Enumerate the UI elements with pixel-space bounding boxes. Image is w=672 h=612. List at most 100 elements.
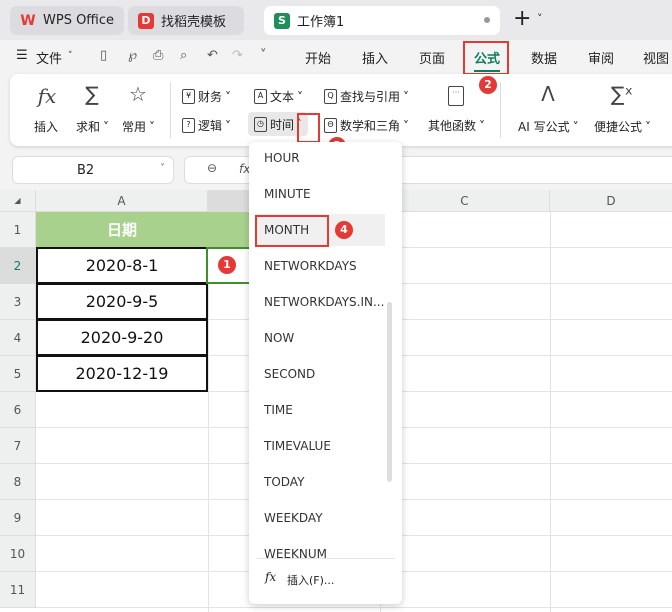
sum-label: 求和 <box>76 120 101 134</box>
quick-formula-button[interactable]: 便捷公式 ˅ <box>594 118 651 135</box>
tab-templates[interactable]: D 找稻壳模板 <box>128 6 244 35</box>
insert-function-button[interactable]: 插入 <box>34 118 58 135</box>
ai-label: AI 写公式 <box>518 120 570 134</box>
row-header[interactable]: 10 <box>0 536 36 572</box>
time-functions-dropdown: HOUR MINUTE MONTH NETWORKDAYS NETWORKDAYS.IN… <box>249 142 402 604</box>
sum-button[interactable]: 求和 ˅ <box>76 118 109 135</box>
row-header[interactable]: 11 <box>0 572 36 608</box>
cell-a1[interactable]: 日期 <box>36 212 208 248</box>
tab-wps-office[interactable]: W WPS Office <box>10 6 124 35</box>
text-button[interactable]: A 文本 ˅ <box>254 88 303 105</box>
quick-label: 便捷公式 <box>594 120 643 134</box>
function-item[interactable]: MINUTE <box>255 178 385 210</box>
print-preview-icon[interactable]: ⌕ <box>180 48 187 63</box>
function-item[interactable]: TIMEVALUE <box>255 430 385 462</box>
function-item[interactable]: SECOND <box>255 358 385 390</box>
more-chevron-icon[interactable]: ˅ <box>260 48 267 63</box>
select-all-corner[interactable]: ◢ <box>0 190 36 212</box>
menu-review[interactable]: 审阅 <box>588 48 614 67</box>
step-badge-1: 1 <box>218 256 236 274</box>
print-icon[interactable]: ⎙ <box>153 48 163 63</box>
time-label: 时间 <box>270 117 295 132</box>
logic-label: 逻辑 <box>198 119 223 133</box>
row-header[interactable]: 6 <box>0 392 36 428</box>
name-box[interactable]: B2 ˅ <box>12 156 174 184</box>
tab-workbook[interactable]: S 工作簿1 <box>264 6 500 35</box>
dropdown-scrollbar[interactable] <box>387 302 392 482</box>
lookup-icon: Q <box>324 89 337 104</box>
ai-icon: Λ <box>541 82 555 106</box>
name-box-value: B2 <box>77 163 95 178</box>
sheet-logo-icon: S <box>274 12 290 29</box>
function-item[interactable]: WEEKNUM <box>255 538 385 570</box>
row-header[interactable]: 9 <box>0 500 36 536</box>
column-header-c[interactable]: C <box>380 190 550 212</box>
function-item[interactable]: NETWORKDAYS <box>255 250 385 282</box>
grid-line <box>36 607 672 608</box>
function-item[interactable]: WEEKDAY <box>255 502 385 534</box>
docer-logo-icon: D <box>138 12 154 29</box>
cell-b1[interactable] <box>208 212 250 248</box>
menu-data[interactable]: 数据 <box>531 48 557 67</box>
zoom-icon[interactable]: ⊖ <box>207 161 217 175</box>
cell-a4[interactable]: 2020-9-20 <box>36 319 208 356</box>
undo-icon[interactable]: ↶ <box>207 48 218 63</box>
column-header-d[interactable]: D <box>550 190 672 212</box>
other-functions-icon: ··· <box>448 86 464 106</box>
hamburger-icon[interactable]: ☰ <box>16 48 28 63</box>
chevron-down-icon[interactable]: ˅ <box>68 51 73 61</box>
tab-label: 找稻壳模板 <box>161 15 227 30</box>
insert-function-item[interactable]: 插入(F)... <box>287 572 334 588</box>
column-header-a[interactable]: A <box>36 190 208 212</box>
function-item[interactable]: TODAY <box>255 466 385 498</box>
row-header[interactable]: 5 <box>0 356 36 392</box>
logic-button[interactable]: ? 逻辑 ˅ <box>182 117 231 134</box>
row-header[interactable]: 4 <box>0 320 36 356</box>
star-icon: ☆ <box>129 82 147 106</box>
step-badge-2: 2 <box>479 76 497 94</box>
function-item[interactable]: NOW <box>255 322 385 354</box>
quick-formula-icon: ∑ˣ <box>610 82 634 106</box>
redo-icon[interactable]: ↷ <box>232 48 243 63</box>
lookup-button[interactable]: Q 查找与引用 ˅ <box>324 88 409 105</box>
grid-line <box>550 212 551 612</box>
menu-insert[interactable]: 插入 <box>362 48 388 67</box>
function-item[interactable]: NETWORKDAYS.IN... <box>255 286 385 318</box>
row-header[interactable]: 3 <box>0 284 36 320</box>
fx-icon: fx <box>37 84 57 108</box>
highlight-box <box>255 215 329 247</box>
function-item[interactable]: TIME <box>255 394 385 426</box>
row-header[interactable]: 8 <box>0 464 36 500</box>
row-header[interactable]: 2 <box>0 248 36 284</box>
ai-formula-button[interactable]: AI 写公式 ˅ <box>518 118 579 135</box>
row-header[interactable]: 1 <box>0 212 36 248</box>
new-tab-button[interactable]: + <box>513 6 531 31</box>
text-icon: A <box>254 89 267 104</box>
tab-label: WPS Office <box>43 13 115 28</box>
row-header[interactable]: 7 <box>0 428 36 464</box>
common-button[interactable]: 常用 ˅ <box>122 118 155 135</box>
clock-icon: ◷ <box>254 116 267 132</box>
other-functions-button[interactable]: 其他函数 ˅ <box>428 117 485 134</box>
function-item[interactable]: HOUR <box>255 142 385 174</box>
menu-view[interactable]: 视图 <box>643 48 669 67</box>
divider <box>170 82 171 138</box>
lookup-label: 查找与引用 <box>340 90 401 104</box>
cell-a2[interactable]: 2020-8-1 <box>36 247 208 284</box>
tab-list-chevron-icon[interactable]: ˅ <box>537 12 543 25</box>
fx-icon: fx <box>265 570 277 584</box>
math-button[interactable]: Θ 数学和三角 ˅ <box>324 117 409 134</box>
highlight-box <box>463 41 509 75</box>
ribbon: fx 插入 ∑ 求和 ˅ ☆ 常用 ˅ ¥ 财务 ˅ A 文本 ˅ Q 查找与引用 ˅ ? 逻辑 ˅… <box>10 74 672 146</box>
menu-home[interactable]: 开始 <box>305 48 331 67</box>
cell-a5[interactable]: 2020-12-19 <box>36 355 208 392</box>
save-icon[interactable]: ▯ <box>100 48 107 63</box>
cell-a3[interactable]: 2020-9-5 <box>36 283 208 320</box>
common-label: 常用 <box>122 120 147 134</box>
link-icon[interactable]: ℘ <box>128 48 137 63</box>
text-label: 文本 <box>270 90 295 104</box>
file-menu[interactable]: 文件 <box>36 48 62 67</box>
menu-page[interactable]: 页面 <box>419 48 445 67</box>
chevron-down-icon[interactable]: ˅ <box>160 163 165 174</box>
finance-button[interactable]: ¥ 财务 ˅ <box>182 88 231 105</box>
